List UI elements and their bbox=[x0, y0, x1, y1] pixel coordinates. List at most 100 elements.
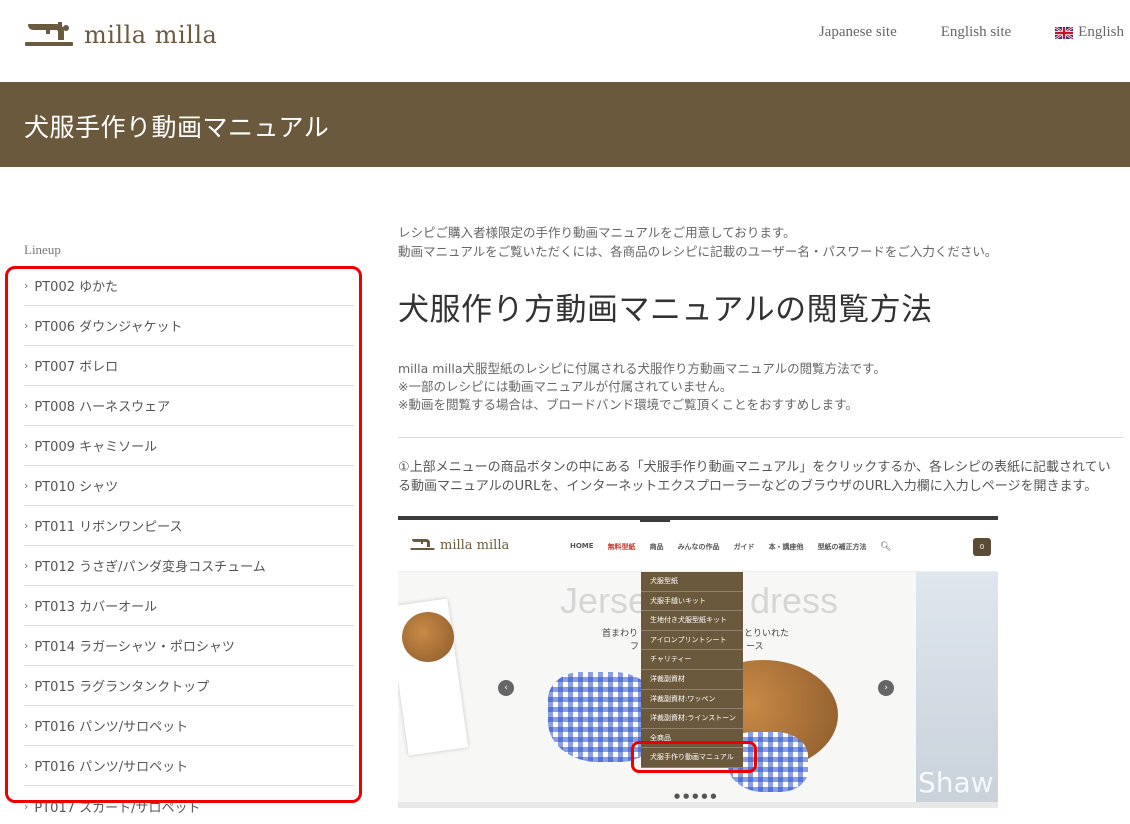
screenshot-nav-guide: ガイド bbox=[733, 543, 755, 551]
chevron-right-icon: › bbox=[24, 359, 29, 372]
screenshot-nav-products: 商品 bbox=[649, 543, 664, 551]
dropdown-caret bbox=[640, 516, 670, 522]
sidebar-item-label: PT009 キャミソール bbox=[34, 440, 158, 455]
dropdown-item: 全商品 bbox=[641, 729, 743, 749]
site-header: milla milla Japanese site English site E… bbox=[0, 0, 1130, 82]
screenshot-nav-home: HOME bbox=[570, 542, 594, 550]
chevron-right-icon: › bbox=[24, 279, 29, 292]
sidebar-item-pt009[interactable]: › PT009 キャミソール bbox=[24, 426, 354, 466]
sidebar-item-pt010[interactable]: › PT010 シャツ bbox=[24, 466, 354, 506]
description-text: milla milla犬服型紙のレシピに付属される犬服作り方動画マニュアルの閲覧… bbox=[398, 360, 886, 414]
english-site-link[interactable]: English site bbox=[941, 24, 1011, 41]
hero-title-left: Jerse bbox=[560, 580, 649, 621]
chevron-right-icon: › bbox=[24, 679, 29, 692]
chevron-right-icon: › bbox=[24, 479, 29, 492]
hero-subtitle-left: 首まわり bbox=[602, 629, 639, 639]
sidebar-item-pt017[interactable]: › PT017 スカート/サロペット bbox=[24, 786, 354, 824]
screenshot-nav-gallery: みんなの作品 bbox=[677, 543, 720, 551]
top-nav: Japanese site English site English bbox=[775, 24, 1124, 41]
dog-image-left bbox=[402, 612, 454, 662]
sidebar-item-pt008[interactable]: › PT008 ハーネスウェア bbox=[24, 386, 354, 426]
description-line: ※一部のレシピには動画マニュアルが付属されていません。 bbox=[398, 379, 733, 394]
description-line: ※動画を閲覧する場合は、ブロードバンド環境でご覧頂くことをおすすめします。 bbox=[398, 397, 858, 412]
sidebar-item-pt015[interactable]: › PT015 ラグランタンクトップ bbox=[24, 666, 354, 706]
description-line: milla milla犬服型紙のレシピに付属される犬服作り方動画マニュアルの閲覧… bbox=[398, 361, 886, 376]
screenshot-logo-text: milla milla bbox=[440, 538, 510, 553]
uk-flag-icon bbox=[1054, 25, 1074, 40]
sidebar-item-label: PT010 シャツ bbox=[34, 480, 119, 495]
sidebar-item-pt014[interactable]: › PT014 ラガーシャツ・ポロシャツ bbox=[24, 626, 354, 666]
sidebar-item-label: PT008 ハーネスウェア bbox=[34, 400, 171, 415]
dropdown-item: 洋裁副資材:ラインストーン bbox=[641, 709, 743, 729]
dropdown-item: 犬服型紙 bbox=[641, 572, 743, 592]
search-icon: 🔍︎ bbox=[880, 542, 892, 552]
logo-text: milla milla bbox=[84, 21, 218, 49]
sidebar-item-label: PT012 うさぎ/パンダ変身コスチューム bbox=[34, 560, 266, 575]
chevron-right-icon: › bbox=[24, 719, 29, 732]
intro-line: レシピご購入者様限定の手作り動画マニュアルをご用意しております。 bbox=[398, 225, 796, 240]
site-logo[interactable]: milla milla bbox=[24, 18, 217, 52]
sidebar-item-pt007[interactable]: › PT007 ボレロ bbox=[24, 346, 354, 386]
sidebar-item-pt011[interactable]: › PT011 リボンワンピース bbox=[24, 506, 354, 546]
sidebar-item-pt002[interactable]: › PT002 ゆかた bbox=[24, 266, 354, 306]
page-banner: 犬服手作り動画マニュアル bbox=[0, 82, 1130, 167]
screenshot-nav-books: 本・講座他 bbox=[768, 543, 804, 551]
page-title: 犬服手作り動画マニュアル bbox=[24, 113, 330, 142]
intro-line: 動画マニュアルをご覧いただくには、各商品のレシピに記載のユーザー名・パスワードを… bbox=[398, 244, 998, 259]
sidebar-item-label: PT014 ラガーシャツ・ポロシャツ bbox=[34, 640, 235, 655]
carousel-next-icon: › bbox=[878, 680, 894, 696]
sidebar-item-pt013[interactable]: › PT013 カバーオール bbox=[24, 586, 354, 626]
divider bbox=[398, 437, 1124, 438]
screenshot-nav: HOME 無料型紙 商品 みんなの作品 ガイド 本・講座他 型紙の補正方法 bbox=[570, 542, 881, 552]
carousel-prev-icon: ‹ bbox=[498, 680, 514, 696]
screenshot-logo: milla milla bbox=[406, 536, 509, 555]
sidebar-item-label: PT002 ゆかた bbox=[34, 280, 119, 295]
sidebar-item-label: PT006 ダウンジャケット bbox=[34, 320, 183, 335]
japanese-site-link[interactable]: Japanese site bbox=[819, 24, 897, 41]
sewing-machine-icon bbox=[24, 18, 76, 52]
cart-icon: 0 bbox=[973, 538, 991, 556]
chevron-right-icon: › bbox=[24, 519, 29, 532]
sidebar-item-pt016b[interactable]: › PT016 パンツ/サロペット bbox=[24, 746, 354, 786]
hero-subtitle-right: とりいれた bbox=[744, 629, 790, 639]
screenshot-nav-pattern-fix: 型紙の補正方法 bbox=[817, 543, 867, 551]
carousel-dots: ●●●●● bbox=[674, 792, 720, 800]
sidebar-item-label: PT011 リボンワンピース bbox=[34, 520, 183, 535]
chevron-right-icon: › bbox=[24, 319, 29, 332]
dropdown-item: 犬服手縫いキット bbox=[641, 592, 743, 612]
language-selector[interactable]: English bbox=[1054, 24, 1124, 41]
step-line: る動画マニュアルのURLを、インターネットエクスプローラーなどのブラウザのURL… bbox=[398, 479, 1098, 494]
instruction-screenshot: milla milla HOME 無料型紙 商品 みんなの作品 ガイド 本・講座… bbox=[398, 516, 998, 808]
language-label: English bbox=[1078, 24, 1124, 40]
sidebar-title: Lineup bbox=[24, 242, 61, 257]
hero-subtitle2-right: ース bbox=[746, 642, 764, 652]
sidebar-item-label: PT013 カバーオール bbox=[34, 600, 158, 615]
dropdown-item: 生地付き犬服型紙キット bbox=[641, 611, 743, 631]
dropdown-item: 洋裁副資材:ワッペン bbox=[641, 690, 743, 710]
sidebar-item-pt006[interactable]: › PT006 ダウンジャケット bbox=[24, 306, 354, 346]
sidebar-item-pt012[interactable]: › PT012 うさぎ/パンダ変身コスチューム bbox=[24, 546, 354, 586]
hero-shaw-text: Shaw bbox=[918, 766, 994, 799]
dropdown-item: 洋裁副資材 bbox=[641, 670, 743, 690]
sidebar-item-label: PT016 パンツ/サロペット bbox=[34, 760, 189, 775]
intro-text: レシピご購入者様限定の手作り動画マニュアルをご用意しております。 動画マニュアル… bbox=[398, 223, 997, 261]
dropdown-item: チャリティー bbox=[641, 650, 743, 670]
sidebar-item-label: PT016 パンツ/サロペット bbox=[34, 720, 189, 735]
hero-subtitle2-left: フ bbox=[630, 642, 640, 652]
sidebar-item-label: PT007 ボレロ bbox=[34, 360, 119, 375]
sidebar-item-label: PT015 ラグランタンクトップ bbox=[34, 680, 210, 695]
dropdown-item-video-manual: 犬服手作り動画マニュアル bbox=[641, 748, 743, 768]
screenshot-nav-free-pattern: 無料型紙 bbox=[607, 543, 636, 551]
chevron-right-icon: › bbox=[24, 639, 29, 652]
sidebar-item-label: PT017 スカート/サロペット bbox=[34, 800, 201, 816]
sidebar-lineup: › PT002 ゆかた › PT006 ダウンジャケット › PT007 ボレロ › P… bbox=[24, 266, 354, 824]
chevron-right-icon: › bbox=[24, 439, 29, 452]
sidebar-item-pt016[interactable]: › PT016 パンツ/サロペット bbox=[24, 706, 354, 746]
chevron-right-icon: › bbox=[24, 799, 29, 813]
dropdown-item: アイロンプリントシート bbox=[641, 631, 743, 651]
chevron-right-icon: › bbox=[24, 599, 29, 612]
chevron-right-icon: › bbox=[24, 399, 29, 412]
sewing-machine-icon bbox=[410, 536, 436, 555]
hero-title-right: dress bbox=[750, 580, 839, 621]
screenshot-header: milla milla HOME 無料型紙 商品 みんなの作品 ガイド 本・講座… bbox=[398, 520, 998, 572]
